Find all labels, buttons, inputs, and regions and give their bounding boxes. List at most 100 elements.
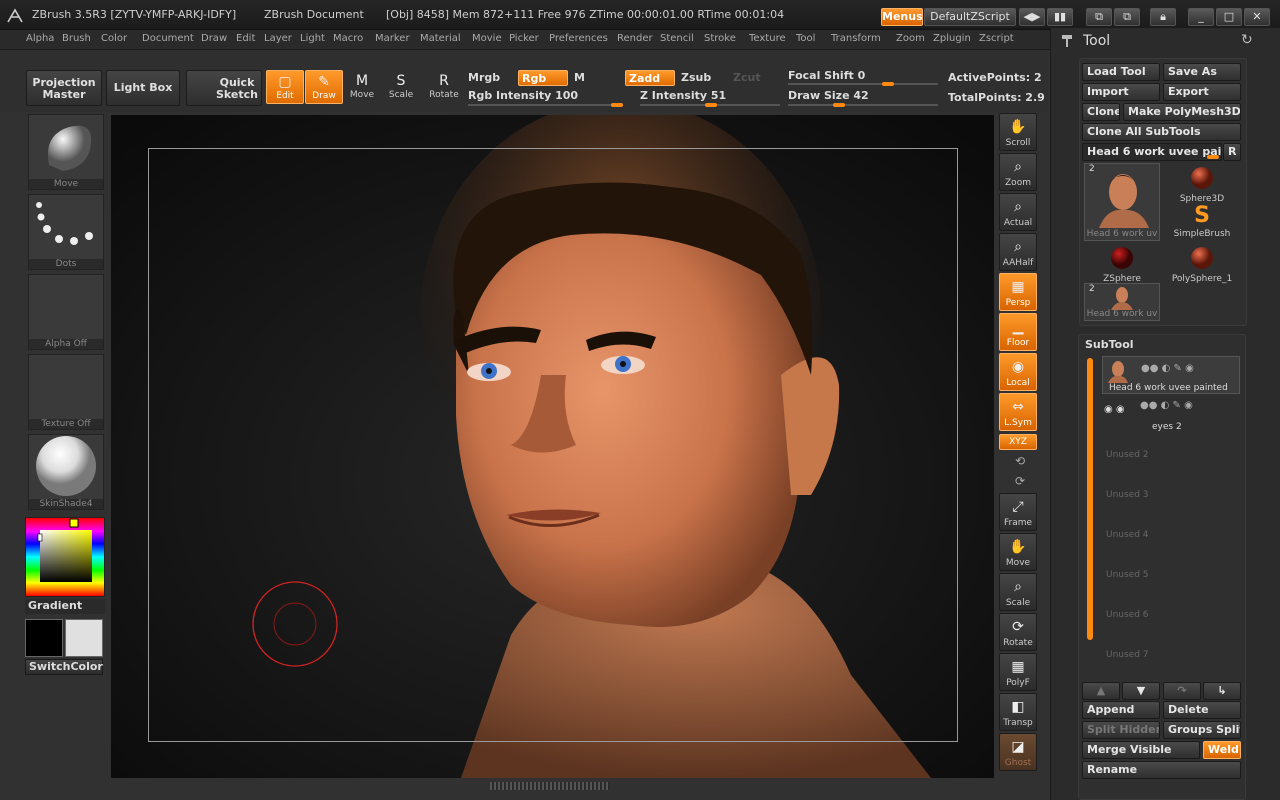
menu-material[interactable]: Material [420, 33, 461, 44]
menu-movie[interactable]: Movie [472, 33, 502, 44]
canvas-scroll-handle[interactable] [490, 782, 610, 790]
rgb-intensity-slider[interactable] [468, 104, 623, 106]
tool-thumb-sphere3d[interactable]: Sphere3D [1164, 163, 1240, 204]
material-slot[interactable]: SkinShade4 [28, 434, 104, 510]
delete-button[interactable]: Delete [1163, 701, 1241, 719]
menus-button[interactable]: Menus [881, 8, 923, 26]
subtool-item-eyes[interactable]: ◉ ◉ ●● ◐ ✎ ◉ eyes 2 [1102, 398, 1240, 436]
menu-color[interactable]: Color [101, 33, 127, 44]
texture-slot[interactable]: Texture Off [28, 354, 104, 430]
menu-zscript[interactable]: Zscript [979, 33, 1014, 44]
maximize-icon[interactable]: □ [1216, 8, 1242, 26]
save-as-button[interactable]: Save As [1163, 63, 1241, 81]
subtool-item-unused-7[interactable]: Unused 7 [1102, 640, 1240, 678]
rgb-toggle[interactable]: Rgb [518, 70, 568, 86]
merge-visible-button[interactable]: Merge Visible [1082, 741, 1200, 759]
export-button[interactable]: Export [1163, 83, 1241, 101]
move-tool-button[interactable]: M Move [343, 70, 381, 104]
import-button[interactable]: Import [1082, 83, 1160, 101]
menu-macro[interactable]: Macro [333, 33, 363, 44]
current-tool-knob[interactable] [1207, 155, 1219, 159]
zoom-button[interactable]: ⌕ Zoom [999, 153, 1037, 191]
rotate-y-icon[interactable]: ⟲ [1010, 454, 1030, 470]
transp-button[interactable]: ◧ Transp [999, 693, 1037, 731]
scale-tool-button[interactable]: S Scale [382, 70, 420, 104]
arrow-corner-icon[interactable]: ↳ [1203, 682, 1241, 700]
tool-thumb-head[interactable]: 2 Head 6 work uv [1084, 163, 1160, 241]
edit-tool-button[interactable]: ▢ Edit [266, 70, 304, 104]
alpha-slot[interactable]: Alpha Off [28, 274, 104, 350]
move-up-icon[interactable]: ▲ [1082, 682, 1120, 700]
menu-tool[interactable]: Tool [796, 33, 815, 44]
actual-button[interactable]: ⌕ Actual [999, 193, 1037, 231]
rename-button[interactable]: Rename [1082, 761, 1241, 779]
menu-texture[interactable]: Texture [749, 33, 786, 44]
append-button[interactable]: Append [1082, 701, 1160, 719]
ghost-button[interactable]: ◪ Ghost [999, 733, 1037, 771]
menu-document[interactable]: Document [142, 33, 194, 44]
projection-master-button[interactable]: Projection Master [26, 70, 102, 106]
menu-zplugin[interactable]: Zplugin [933, 33, 971, 44]
menu-marker[interactable]: Marker [375, 33, 410, 44]
rotate-z-icon[interactable]: ⟳ [1010, 474, 1030, 490]
local-button[interactable]: ◉ Local [999, 353, 1037, 391]
zcut-toggle[interactable]: Zcut [733, 71, 761, 84]
groups-split-button[interactable]: Groups Split [1163, 721, 1241, 739]
floor-button[interactable]: ▁ Floor [999, 313, 1037, 351]
move-down-icon[interactable]: ▼ [1122, 682, 1160, 700]
rotate-view-button[interactable]: ⟳ Rotate [999, 613, 1037, 651]
draw-size-slider[interactable] [788, 104, 938, 106]
lock-icon[interactable]: 🔒︎ [1150, 8, 1176, 26]
xyz-button[interactable]: XYZ [999, 434, 1037, 450]
polyf-button[interactable]: ▦ PolyF [999, 653, 1037, 691]
menu-render[interactable]: Render [617, 33, 653, 44]
persp-button[interactable]: ▦ Persp [999, 273, 1037, 311]
scroll-button[interactable]: ✋ Scroll [999, 113, 1037, 151]
primary-color-swatch[interactable] [25, 619, 63, 657]
menu-alpha[interactable]: Alpha [26, 33, 54, 44]
r-button[interactable]: R [1223, 143, 1241, 161]
weld-toggle[interactable]: Weld [1203, 741, 1241, 759]
subtool-item-head[interactable]: ●● ◐ ✎ ◉ Head 6 work uvee painted [1102, 356, 1240, 394]
draw-size-knob[interactable] [833, 103, 846, 107]
menu-zoom[interactable]: Zoom [896, 33, 925, 44]
current-tool-slider[interactable]: Head 6 work uvee painted [1082, 143, 1222, 161]
minimize-icon[interactable]: _ [1188, 8, 1214, 26]
layout2-icon[interactable]: ⧉ [1114, 8, 1140, 26]
subtool-item-unused-6[interactable]: Unused 6 [1102, 600, 1240, 638]
menu-picker[interactable]: Picker [509, 33, 539, 44]
scale-view-button[interactable]: ⌕ Scale [999, 573, 1037, 611]
scroll-right-icon[interactable]: ▮▮ [1047, 8, 1073, 26]
tool-thumb-polysphere[interactable]: PolySphere_1 [1164, 243, 1240, 284]
tool-thumb-zsphere[interactable]: ZSphere [1084, 243, 1160, 284]
lsym-button[interactable]: ⇔ L.Sym [999, 393, 1037, 431]
frame-button[interactable]: ⤢ Frame [999, 493, 1037, 531]
subtool-item-unused-4[interactable]: Unused 4 [1102, 520, 1240, 558]
menu-light[interactable]: Light [300, 33, 325, 44]
make-polymesh-button[interactable]: Make PolyMesh3D [1123, 103, 1241, 121]
subtool-item-unused-5[interactable]: Unused 5 [1102, 560, 1240, 598]
mrgb-toggle[interactable]: Mrgb [468, 71, 500, 84]
default-zscript-button[interactable]: DefaultZScript [924, 8, 1016, 26]
refresh-icon[interactable]: ↻ [1241, 32, 1253, 48]
draw-tool-button[interactable]: ✎ Draw [305, 70, 343, 104]
m-toggle[interactable]: M [574, 71, 585, 84]
clone-button[interactable]: Clone [1082, 103, 1120, 121]
aahalf-button[interactable]: ⌕ AAHalf [999, 233, 1037, 271]
quick-sketch-button[interactable]: Quick Sketch [186, 70, 262, 106]
subtool-item-unused-2[interactable]: Unused 2 [1102, 440, 1240, 478]
close-icon[interactable]: ✕ [1244, 8, 1270, 26]
clone-all-subtools-button[interactable]: Clone All SubTools [1082, 123, 1241, 141]
load-tool-button[interactable]: Load Tool [1082, 63, 1160, 81]
z-intensity-knob[interactable] [705, 103, 718, 107]
switch-color-button[interactable]: SwitchColor [25, 659, 103, 675]
scroll-left-icon[interactable]: ◀▶ [1019, 8, 1045, 26]
menu-brush[interactable]: Brush [62, 33, 91, 44]
rgb-intensity-knob[interactable] [611, 103, 623, 107]
menu-stroke[interactable]: Stroke [704, 33, 736, 44]
subtool-item-unused-3[interactable]: Unused 3 [1102, 480, 1240, 518]
light-box-button[interactable]: Light Box [106, 70, 180, 106]
stroke-slot[interactable]: Dots [28, 194, 104, 270]
tool-thumb-head-2[interactable]: 2 Head 6 work uv [1084, 283, 1160, 321]
menu-preferences[interactable]: Preferences [549, 33, 608, 44]
